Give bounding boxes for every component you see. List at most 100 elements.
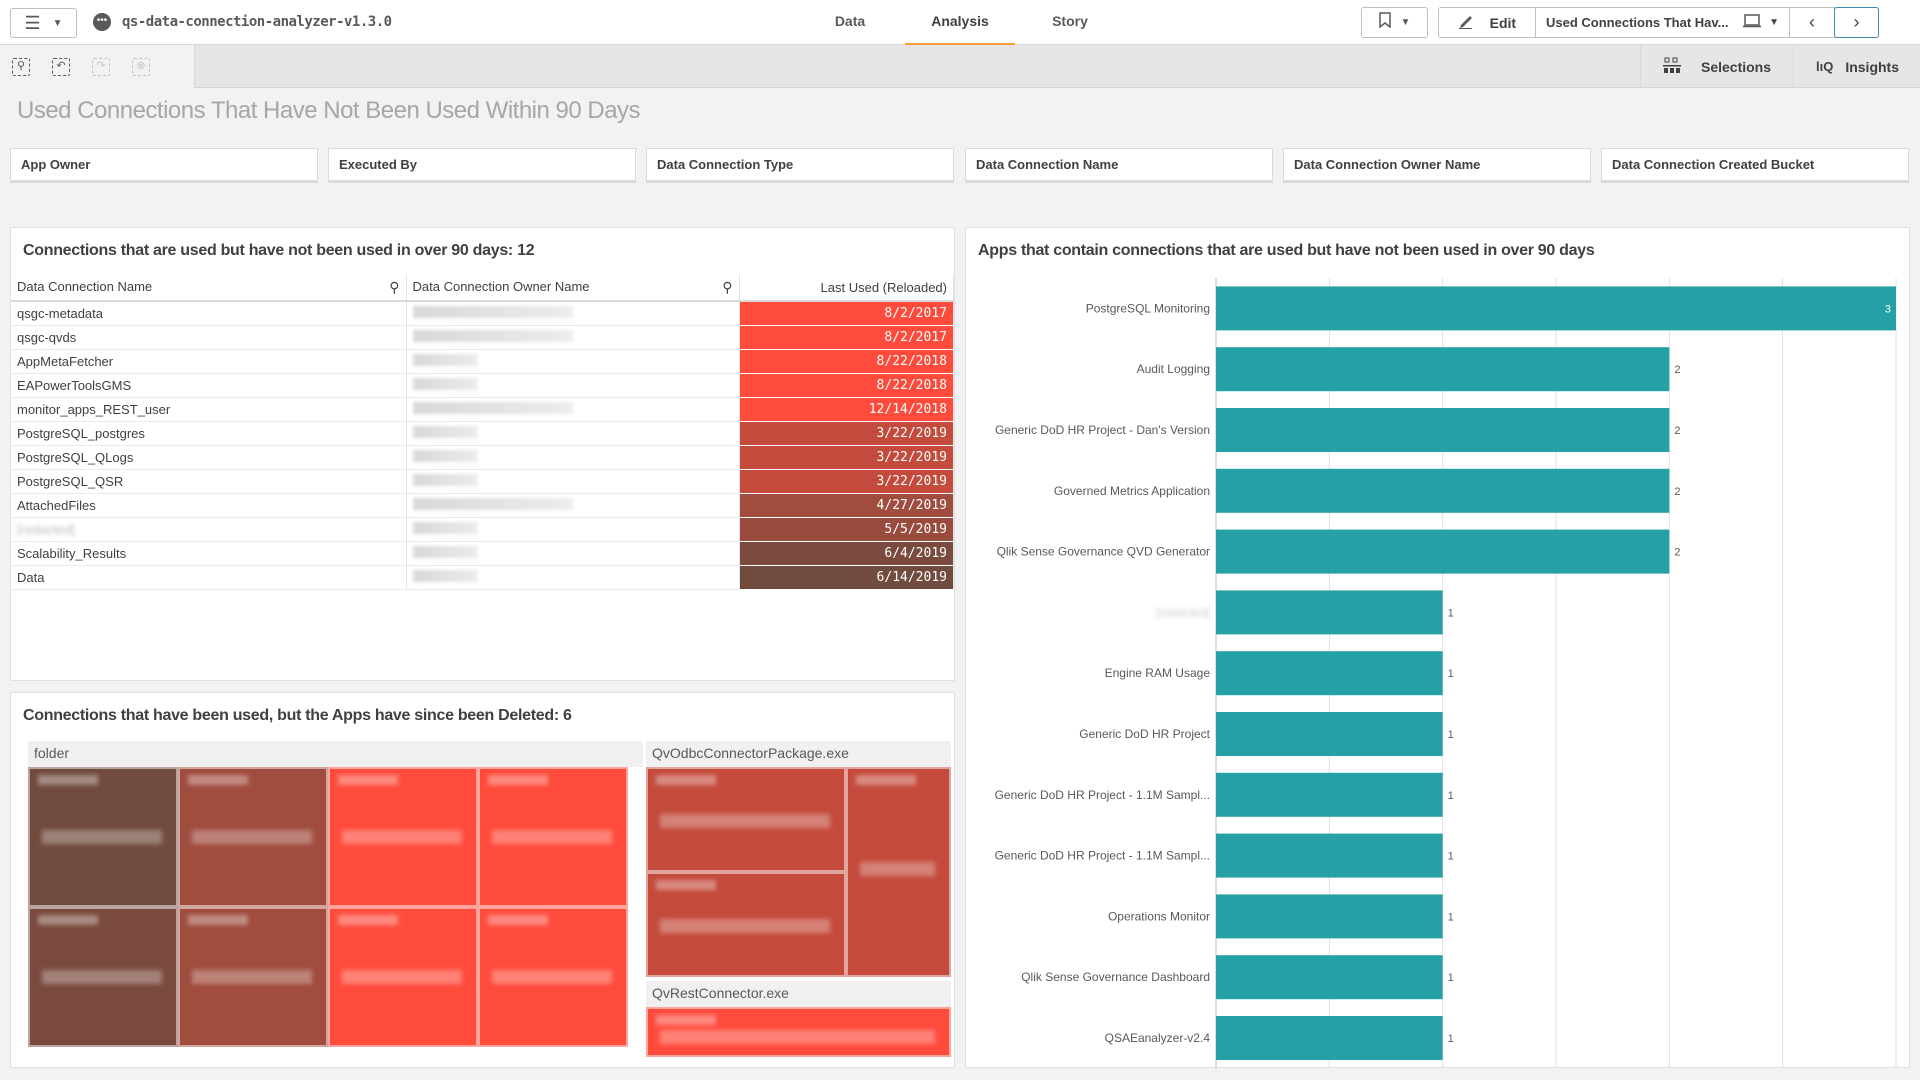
edit-button[interactable]: Edit [1439,8,1536,37]
bar[interactable] [1216,347,1670,392]
owner-name-cell[interactable] [406,397,740,422]
table-row[interactable]: [redacted] 5/5/2019 [11,517,954,542]
bar[interactable] [1216,833,1443,878]
bar-category-label[interactable]: Engine RAM Usage [1105,666,1211,680]
owner-name-cell[interactable] [406,493,740,518]
treemap-cell[interactable] [646,1007,951,1057]
table-row[interactable]: Scalability_Results 6/4/2019 [11,541,954,566]
connection-name-cell[interactable]: [redacted] [11,517,407,542]
bar[interactable] [1216,1016,1443,1060]
owner-name-cell[interactable] [406,301,740,326]
table-row[interactable]: PostgreSQL_QSR 3/22/2019 [11,469,954,494]
filter-executed-by[interactable]: Executed By [328,148,636,183]
connection-name-cell[interactable]: qsgc-metadata [11,301,407,326]
treemap-cell[interactable] [846,767,951,977]
table-row[interactable]: Data 6/14/2019 [11,565,954,590]
table-row[interactable]: PostgreSQL_postgres 3/22/2019 [11,421,954,446]
last-used-cell[interactable]: 8/2/2017 [739,325,954,350]
last-used-cell[interactable]: 6/14/2019 [739,565,954,590]
treemap-cell[interactable] [646,767,846,872]
treemap-group-header[interactable]: folder [28,741,643,767]
table-row[interactable]: qsgc-metadata 8/2/2017 [11,301,954,326]
table-row[interactable]: monitor_apps_REST_user 12/14/2018 [11,397,954,422]
owner-name-cell[interactable] [406,445,740,470]
owner-name-cell[interactable] [406,541,740,566]
bar-category-label[interactable]: Generic DoD HR Project [1079,727,1210,741]
bar-category-label[interactable]: Audit Logging [1137,362,1210,376]
treemap-group-header[interactable]: QvRestConnector.exe [646,981,951,1007]
bar-category-label[interactable]: Generic DoD HR Project - 1.1M Sampl... [995,788,1210,802]
table-row[interactable]: qsgc-qvds 8/2/2017 [11,325,954,350]
insights-button[interactable]: lıQ Insights [1795,45,1920,88]
bar[interactable] [1216,955,1443,1000]
bar-category-label[interactable]: PostgreSQL Monitoring [1086,301,1210,315]
last-used-cell[interactable]: 3/22/2019 [739,469,954,494]
last-used-cell[interactable]: 6/4/2019 [739,541,954,566]
connection-name-cell[interactable]: EAPowerToolsGMS [11,373,407,398]
clear-all-icon[interactable]: ⊗ [132,57,150,76]
last-used-cell[interactable]: 3/22/2019 [739,421,954,446]
filter-data-connection-type[interactable]: Data Connection Type [646,148,954,183]
owner-name-cell[interactable] [406,469,740,494]
bar[interactable] [1216,894,1443,939]
tab-data[interactable]: Data [808,0,892,45]
last-used-cell[interactable]: 8/2/2017 [739,301,954,326]
column-header-owner-name[interactable]: Data Connection Owner Name ⚲ [406,274,740,302]
owner-name-cell[interactable] [406,325,740,350]
filter-data-connection-name[interactable]: Data Connection Name [965,148,1273,183]
search-icon[interactable]: ⚲ [722,279,732,296]
sheet-selector[interactable]: Used Connections That Hav... ▼ [1536,8,1790,37]
tab-story[interactable]: Story [1030,0,1110,45]
last-used-cell[interactable]: 8/22/2018 [739,373,954,398]
table-row[interactable]: PostgreSQL_QLogs 3/22/2019 [11,445,954,470]
owner-name-cell[interactable] [406,565,740,590]
bar-category-label[interactable]: Operations Monitor [1108,909,1210,923]
last-used-cell[interactable]: 3/22/2019 [739,445,954,470]
bar[interactable] [1216,590,1443,635]
bar-category-label[interactable]: Governed Metrics Application [1054,484,1210,498]
column-header-connection-name[interactable]: Data Connection Name ⚲ [11,274,407,302]
next-sheet-button[interactable]: › [1834,7,1879,38]
owner-name-cell[interactable] [406,421,740,446]
bar[interactable] [1216,651,1443,696]
treemap-cell[interactable] [478,907,628,1047]
tab-analysis[interactable]: Analysis [905,0,1015,45]
bar-category-label[interactable]: QSAEanalyzer-v2.4 [1105,1031,1211,1045]
treemap-cell[interactable] [478,767,628,907]
bar[interactable] [1216,286,1896,331]
previous-sheet-button[interactable]: ‹ [1790,8,1835,37]
treemap-cell[interactable] [28,907,178,1047]
bar[interactable] [1216,772,1443,817]
owner-name-cell[interactable] [406,517,740,542]
bar-category-label[interactable]: [redacted] [1157,605,1210,619]
bar[interactable] [1216,408,1670,452]
connection-name-cell[interactable]: Data [11,565,407,590]
bar-category-label[interactable]: Qlik Sense Governance QVD Generator [997,545,1210,559]
treemap-group-header[interactable]: QvOdbcConnectorPackage.exe [646,741,951,767]
last-used-cell[interactable]: 5/5/2019 [739,517,954,542]
last-used-cell[interactable]: 8/22/2018 [739,349,954,374]
global-menu-button[interactable]: ☰ ▼ [10,8,77,38]
step-forward-icon[interactable]: ↷ [92,57,110,76]
smart-search-icon[interactable]: ⚲ [12,57,30,76]
filter-data-connection-created-bucket[interactable]: Data Connection Created Bucket [1601,148,1909,183]
bar[interactable] [1216,712,1443,756]
connection-name-cell[interactable]: monitor_apps_REST_user [11,397,407,422]
bar[interactable] [1216,468,1670,513]
filter-data-connection-owner-name[interactable]: Data Connection Owner Name [1283,148,1591,183]
filter-app-owner[interactable]: App Owner [10,148,318,183]
connection-name-cell[interactable]: PostgreSQL_postgres [11,421,407,446]
bar-category-label[interactable]: Generic DoD HR Project - Dan's Version [995,423,1210,437]
bar-category-label[interactable]: Generic DoD HR Project - 1.1M Sampl... [995,849,1210,863]
selections-button[interactable]: Selections [1640,45,1794,88]
treemap-cell[interactable] [328,767,478,907]
table-row[interactable]: EAPowerToolsGMS 8/22/2018 [11,373,954,398]
connection-name-cell[interactable]: qsgc-qvds [11,325,407,350]
treemap-cell[interactable] [328,907,478,1047]
search-icon[interactable]: ⚲ [389,279,399,296]
owner-name-cell[interactable] [406,373,740,398]
connection-name-cell[interactable]: AppMetaFetcher [11,349,407,374]
last-used-cell[interactable]: 4/27/2019 [739,493,954,518]
bar[interactable] [1216,529,1670,574]
step-back-icon[interactable]: ↶ [52,57,70,76]
